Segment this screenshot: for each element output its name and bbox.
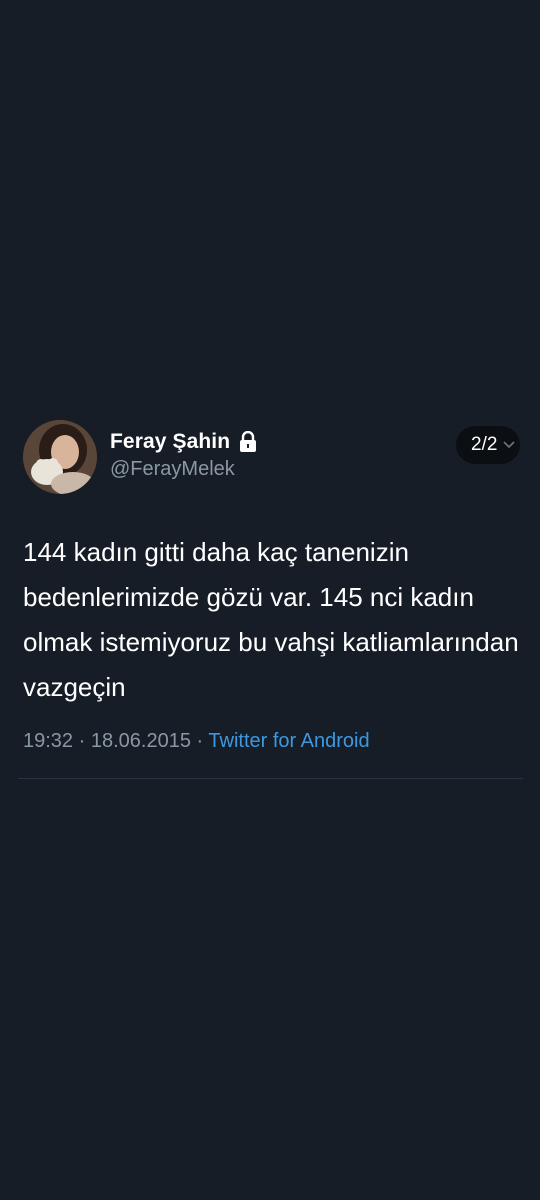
page-indicator-badge: 2/2 [456,426,520,464]
handle[interactable]: @FerayMelek [110,458,235,481]
tweet-text: 144 kadın gitti daha kaç tanenizin beden… [23,537,519,702]
name-row: Feray Şahin [110,430,258,454]
lock-icon [238,430,258,453]
tweet-meta: 19:32 · 18.06.2015 · Twitter for Android [23,730,370,753]
page-indicator-text: 2/2 [471,434,498,455]
avatar-image [23,420,97,494]
display-name[interactable]: Feray Şahin [110,430,230,454]
meta-separator: · [78,730,86,752]
chevron-down-icon[interactable] [502,437,516,451]
tweet-date: 18.06.2015 [90,730,191,752]
screen: Feray Şahin @FerayMelek 2/2 144 kadın gi… [0,0,540,1200]
divider [18,778,523,779]
tweet-time: 19:32 [23,730,74,752]
tweet-source-link[interactable]: Twitter for Android [208,730,369,752]
meta-separator: · [196,730,204,752]
avatar[interactable] [23,420,97,494]
